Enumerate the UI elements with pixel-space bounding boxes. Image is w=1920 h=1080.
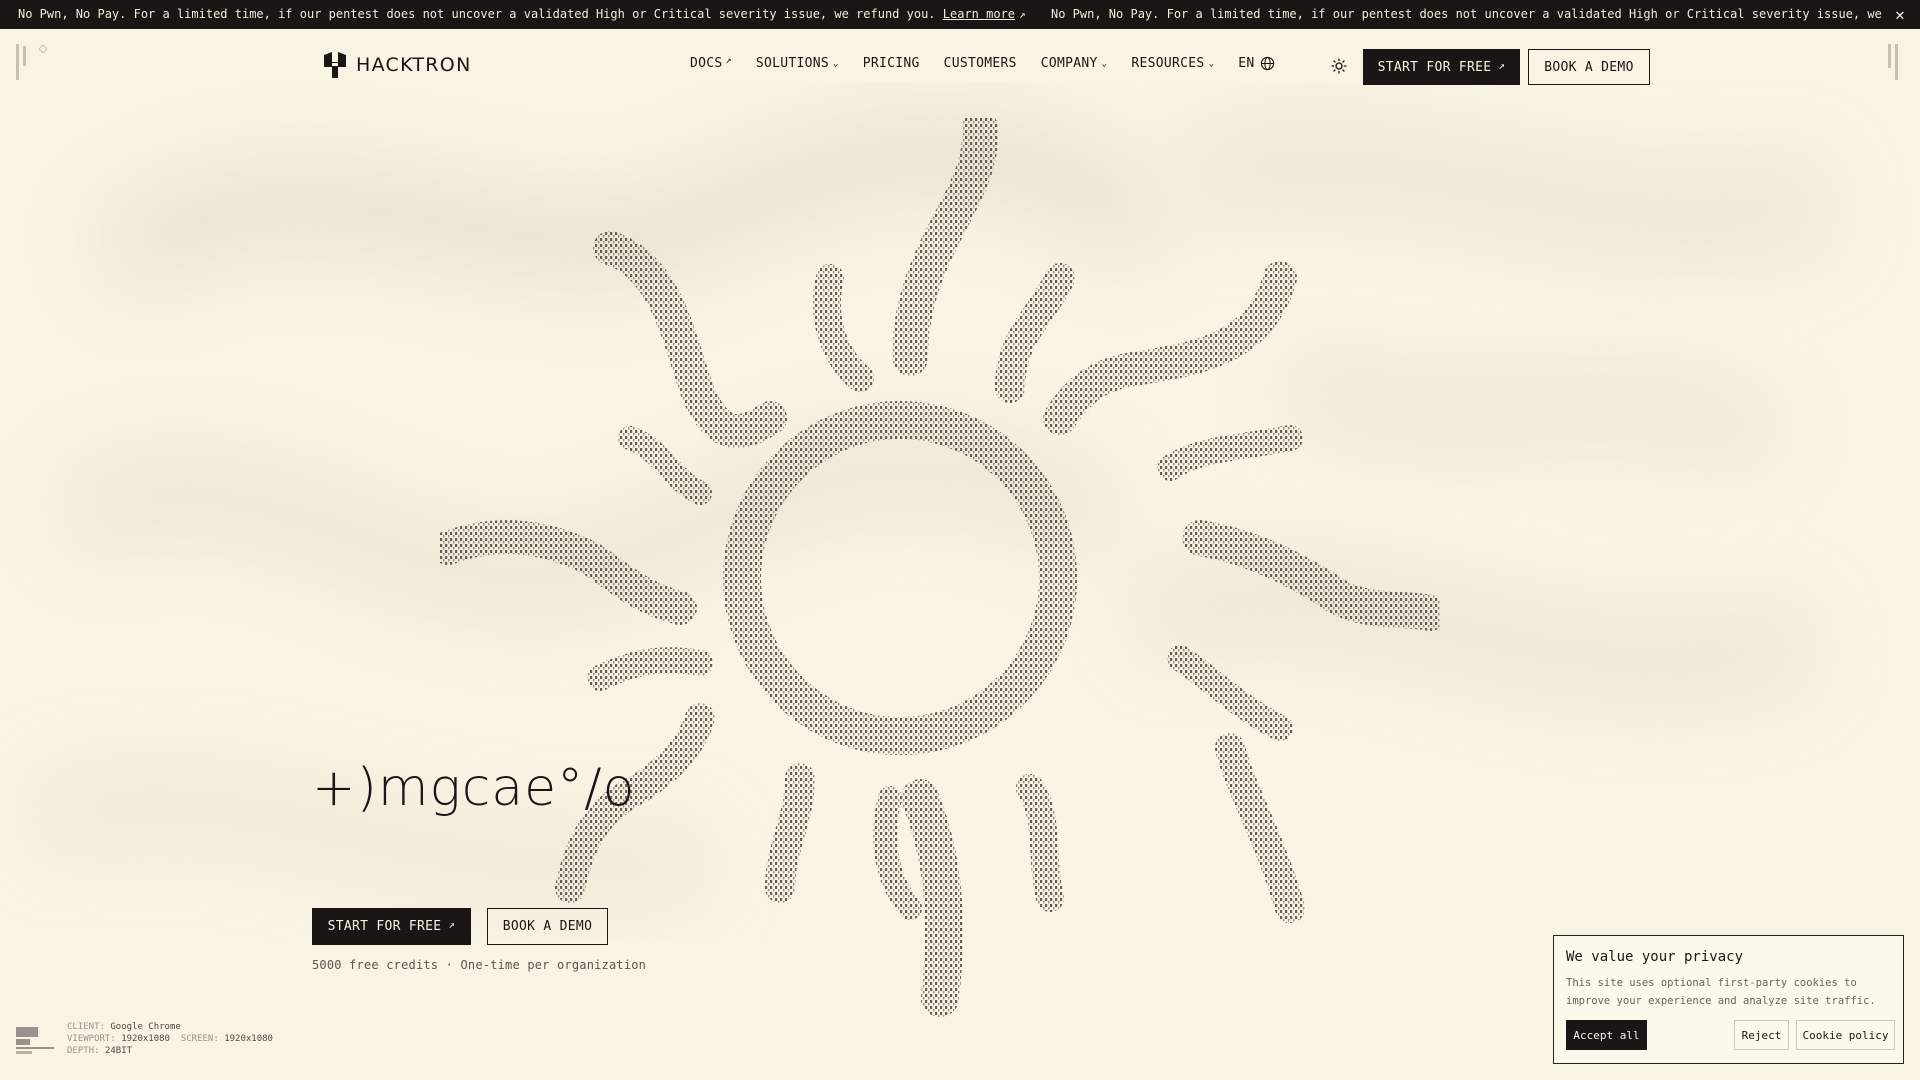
announcement-message-repeat: No Pwn, No Pay. For a limited time, if o…: [1051, 7, 1887, 21]
nav-item-resources[interactable]: RESOURCES ⌄: [1131, 56, 1214, 71]
announcement-bar: No Pwn, No Pay. For a limited time, if o…: [0, 0, 1920, 29]
button-label: START FOR FREE: [1377, 59, 1492, 75]
depth-value: 24BIT: [104, 1046, 133, 1056]
hero-subtext: 5000 free credits · One-time per organiz…: [312, 958, 647, 972]
logo[interactable]: HACKTRON: [323, 52, 472, 78]
nav-item-label: COMPANY: [1040, 56, 1098, 71]
chevron-down-icon: ⌄: [832, 58, 839, 69]
top-nav: HACKTRON DOCS ↗ SOLUTIONS ⌄ PRICING CUST…: [0, 29, 1920, 107]
external-link-icon: ↗: [725, 55, 732, 66]
sun-icon[interactable]: [1331, 58, 1347, 74]
nav-item-label: DOCS: [690, 56, 723, 71]
cookie-policy-button[interactable]: Cookie policy: [1796, 1020, 1895, 1050]
nav-item-company[interactable]: COMPANY ⌄: [1041, 56, 1108, 71]
nav-item-customers[interactable]: CUSTOMERS: [944, 56, 1017, 71]
cookie-banner: We value your privacy This site uses opt…: [1553, 935, 1904, 1064]
announcement-message: No Pwn, No Pay. For a limited time, if o…: [18, 0, 1026, 29]
depth-label: DEPTH:: [67, 1046, 100, 1056]
cookie-text: This site uses optional first-party cook…: [1566, 977, 1876, 1007]
viewport-label: VIEWPORT:: [67, 1034, 116, 1044]
logo-mark-icon: [324, 52, 346, 78]
arrow-up-right-icon: ↗: [1498, 58, 1506, 72]
reject-button[interactable]: Reject: [1734, 1020, 1789, 1050]
nav-item-label: CUSTOMERS: [943, 56, 1017, 71]
chevron-down-icon: ⌄: [1208, 58, 1215, 69]
announcement-text: No Pwn, No Pay. For a limited time, if o…: [18, 7, 936, 21]
button-label: BOOK A DEMO: [1544, 59, 1634, 75]
screen-value: 1920x1080: [224, 1034, 273, 1044]
nav-start-for-free-button[interactable]: START FOR FREE ↗: [1363, 49, 1520, 85]
viewport-value: 1920x1080: [121, 1034, 170, 1044]
nav-item-docs[interactable]: DOCS ↗: [690, 55, 732, 71]
screen-label: SCREEN:: [180, 1034, 219, 1044]
arrow-up-right-icon: ↗: [1019, 8, 1026, 21]
chevron-down-icon: ⌄: [1101, 58, 1108, 69]
hero-start-for-free-button[interactable]: START FOR FREE ↗: [312, 908, 471, 945]
nav-item-label: RESOURCES: [1131, 56, 1205, 71]
close-icon[interactable]: ✕: [1890, 0, 1910, 29]
client-value: Google Chrome: [110, 1022, 181, 1032]
hero-title: +)mgcae°/o: [312, 758, 636, 818]
cookie-title: We value your privacy: [1566, 949, 1744, 965]
button-label: START FOR FREE: [327, 919, 442, 934]
nav-item-pricing[interactable]: PRICING: [863, 56, 920, 71]
nav-item-solutions[interactable]: SOLUTIONS ⌄: [756, 56, 839, 71]
ascii-sun-illustration: [440, 118, 1440, 1017]
client-window-icon: [16, 1027, 54, 1054]
language-label: EN: [1238, 56, 1255, 71]
language-selector[interactable]: EN: [1238, 56, 1275, 71]
nav-links: DOCS ↗ SOLUTIONS ⌄ PRICING CUSTOMERS COM…: [690, 55, 1299, 71]
nav-item-label: PRICING: [862, 56, 920, 71]
arrow-up-right-icon: ↗: [448, 918, 456, 931]
globe-icon: [1261, 56, 1275, 71]
learn-more-link[interactable]: Learn more: [943, 7, 1015, 21]
nav-item-label: SOLUTIONS: [755, 56, 829, 71]
logo-text: HACKTRON: [356, 54, 472, 76]
nav-book-demo-button[interactable]: BOOK A DEMO: [1528, 49, 1650, 85]
button-label: BOOK A DEMO: [502, 919, 593, 934]
client-info-lines: CLIENT: Google Chrome VIEWPORT: 1920x108…: [67, 1021, 273, 1057]
hero-book-demo-button[interactable]: BOOK A DEMO: [487, 908, 608, 945]
accept-all-button[interactable]: Accept all: [1566, 1020, 1647, 1050]
client-label: CLIENT:: [67, 1022, 105, 1032]
